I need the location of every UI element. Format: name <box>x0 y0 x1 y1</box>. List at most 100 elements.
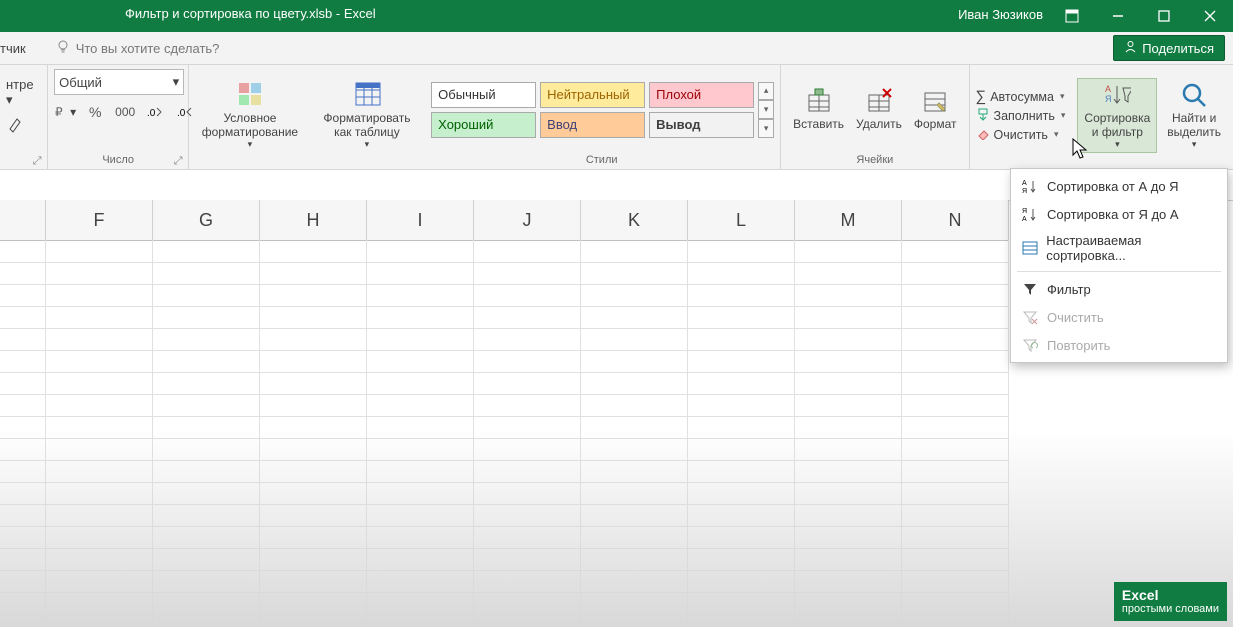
comma-style-button[interactable]: 000 <box>114 101 136 123</box>
cell[interactable] <box>153 526 260 549</box>
format-as-table-button[interactable]: Форматировать как таблицу ▾ <box>317 79 417 153</box>
tell-me-search[interactable]: Что вы хотите сделать? <box>56 40 220 57</box>
cell[interactable] <box>260 460 367 483</box>
cell[interactable] <box>0 394 46 417</box>
center-align-label[interactable]: нтре ▾ <box>6 77 41 108</box>
gallery-scroll[interactable]: ▴ ▾ ▾ <box>758 82 774 138</box>
cell[interactable] <box>581 614 688 627</box>
cell[interactable] <box>260 416 367 439</box>
cell[interactable] <box>367 614 474 627</box>
cell[interactable] <box>367 526 474 549</box>
cell[interactable] <box>0 240 46 263</box>
cell[interactable] <box>46 240 153 263</box>
cell[interactable] <box>902 350 1009 373</box>
cell[interactable] <box>902 592 1009 615</box>
cell[interactable] <box>46 504 153 527</box>
cell[interactable] <box>581 416 688 439</box>
cell[interactable] <box>46 526 153 549</box>
cell[interactable] <box>260 548 367 571</box>
fill-button[interactable]: Заполнить▾ <box>976 107 1066 124</box>
cell[interactable] <box>46 394 153 417</box>
cell[interactable] <box>0 504 46 527</box>
cell[interactable] <box>153 460 260 483</box>
menu-filter[interactable]: Фильтр <box>1011 275 1227 303</box>
cell[interactable] <box>581 460 688 483</box>
cell[interactable] <box>474 284 581 307</box>
col-header-F[interactable]: F <box>46 200 153 240</box>
cell[interactable] <box>367 394 474 417</box>
cell[interactable] <box>688 394 795 417</box>
cell[interactable] <box>902 284 1009 307</box>
cell[interactable] <box>581 394 688 417</box>
cell[interactable] <box>367 548 474 571</box>
cell[interactable] <box>474 240 581 263</box>
cell[interactable] <box>260 284 367 307</box>
cell[interactable] <box>0 306 46 329</box>
style-output[interactable]: Вывод <box>649 112 754 138</box>
minimize-button[interactable] <box>1095 0 1141 32</box>
cell[interactable] <box>581 262 688 285</box>
delete-cells-button[interactable]: Удалить <box>850 85 908 133</box>
cell[interactable] <box>902 526 1009 549</box>
cell[interactable] <box>474 372 581 395</box>
cell[interactable] <box>688 438 795 461</box>
cells-grid[interactable] <box>0 240 1009 627</box>
cell[interactable] <box>795 394 902 417</box>
cell[interactable] <box>153 482 260 505</box>
cell[interactable] <box>260 592 367 615</box>
cell[interactable] <box>153 614 260 627</box>
cell[interactable] <box>795 262 902 285</box>
number-format-combo[interactable]: Общий ▾ <box>54 69 184 95</box>
cell[interactable] <box>0 416 46 439</box>
format-cells-button[interactable]: Формат <box>908 85 963 133</box>
cell[interactable] <box>581 306 688 329</box>
dialog-launcher-icon[interactable]: ⤢ <box>31 155 43 167</box>
cell[interactable] <box>688 460 795 483</box>
cell[interactable] <box>474 460 581 483</box>
cell[interactable] <box>581 328 688 351</box>
cell[interactable] <box>367 482 474 505</box>
cell[interactable] <box>367 262 474 285</box>
cell[interactable] <box>153 416 260 439</box>
cell[interactable] <box>474 526 581 549</box>
cell[interactable] <box>0 262 46 285</box>
menu-sort-za[interactable]: ЯА Сортировка от Я до А <box>1011 200 1227 228</box>
cell[interactable] <box>795 614 902 627</box>
cell[interactable] <box>46 284 153 307</box>
cell[interactable] <box>0 350 46 373</box>
insert-cells-button[interactable]: Вставить <box>787 85 850 133</box>
cell[interactable] <box>46 372 153 395</box>
cell[interactable] <box>260 328 367 351</box>
cell[interactable] <box>46 482 153 505</box>
cell[interactable] <box>581 482 688 505</box>
col-header-L[interactable]: L <box>688 200 795 240</box>
col-header-N[interactable]: N <box>902 200 1009 240</box>
cell[interactable] <box>902 548 1009 571</box>
cell[interactable] <box>902 504 1009 527</box>
cell[interactable] <box>688 284 795 307</box>
col-header-I[interactable]: I <box>367 200 474 240</box>
cell[interactable] <box>795 482 902 505</box>
cell[interactable] <box>902 570 1009 593</box>
cell[interactable] <box>46 460 153 483</box>
cell[interactable] <box>688 372 795 395</box>
cell[interactable] <box>688 350 795 373</box>
menu-sort-az[interactable]: АЯ Сортировка от А до Я <box>1011 172 1227 200</box>
style-normal[interactable]: Обычный <box>431 82 536 108</box>
cell[interactable] <box>581 570 688 593</box>
cell[interactable] <box>688 262 795 285</box>
cell[interactable] <box>474 504 581 527</box>
cell[interactable] <box>0 526 46 549</box>
cell[interactable] <box>153 570 260 593</box>
cell[interactable] <box>367 372 474 395</box>
cell[interactable] <box>0 614 46 627</box>
cell[interactable] <box>474 306 581 329</box>
cell[interactable] <box>0 372 46 395</box>
cell[interactable] <box>367 416 474 439</box>
cell[interactable] <box>795 240 902 263</box>
style-neutral[interactable]: Нейтральный <box>540 82 645 108</box>
cell[interactable] <box>688 482 795 505</box>
menu-custom-sort[interactable]: Настраиваемая сортировка... <box>1011 228 1227 268</box>
cell[interactable] <box>260 570 367 593</box>
cell[interactable] <box>367 460 474 483</box>
